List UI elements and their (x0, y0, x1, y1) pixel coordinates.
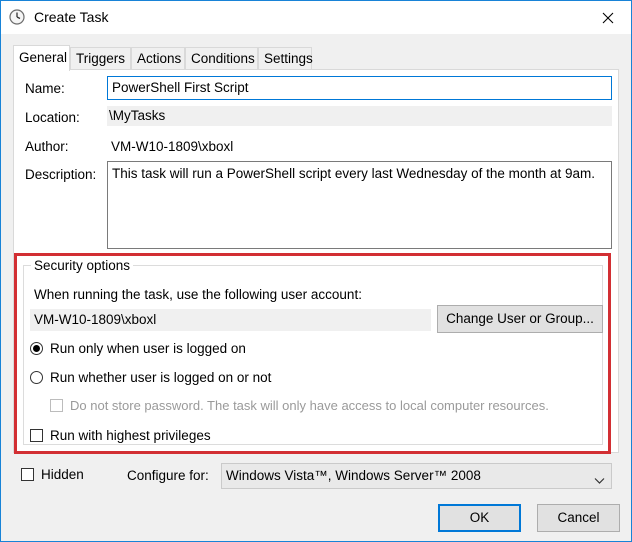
name-input[interactable]: PowerShell First Script (107, 76, 612, 100)
author-value: VM-W10-1809\xboxl (111, 139, 234, 154)
no-store-password-checkbox[interactable] (50, 399, 63, 412)
configure-for-select[interactable]: Windows Vista™, Windows Server™ 2008 (221, 463, 612, 489)
configure-for-value: Windows Vista™, Windows Server™ 2008 (226, 468, 481, 483)
window-title: Create Task (34, 9, 109, 25)
clock-icon (9, 9, 25, 25)
radio-whether-logged-on-label[interactable]: Run whether user is logged on or not (50, 370, 271, 385)
create-task-dialog: Create Task General Triggers Actions Con… (0, 0, 632, 542)
tab-general[interactable]: General (13, 45, 70, 71)
tab-triggers[interactable]: Triggers (70, 47, 131, 69)
change-user-button[interactable]: Change User or Group... (437, 305, 603, 333)
tab-settings[interactable]: Settings (258, 47, 313, 69)
name-label: Name: (25, 81, 65, 96)
tab-actions[interactable]: Actions (131, 47, 185, 69)
hidden-label[interactable]: Hidden (41, 467, 84, 482)
location-value: \MyTasks (107, 106, 612, 126)
account-prompt: When running the task, use the following… (34, 287, 362, 302)
no-store-password-label: Do not store password. The task will onl… (70, 398, 549, 413)
description-label: Description: (25, 167, 97, 182)
title-bar[interactable]: Create Task (1, 1, 631, 34)
close-icon (602, 12, 614, 23)
chevron-down-icon (594, 470, 605, 494)
author-label: Author: (25, 139, 69, 154)
highest-privileges-label[interactable]: Run with highest privileges (50, 428, 211, 443)
location-label: Location: (25, 110, 80, 125)
tab-conditions[interactable]: Conditions (185, 47, 258, 69)
radio-logged-on-label[interactable]: Run only when user is logged on (50, 341, 246, 356)
configure-for-label: Configure for: (127, 468, 209, 483)
highest-privileges-checkbox[interactable] (30, 429, 43, 442)
user-account-value: VM-W10-1809\xboxl (30, 309, 431, 331)
description-textarea[interactable]: This task will run a PowerShell script e… (107, 161, 612, 249)
radio-whether-logged-on[interactable] (30, 371, 43, 384)
ok-button[interactable]: OK (438, 504, 521, 532)
cancel-button[interactable]: Cancel (537, 504, 620, 532)
close-button[interactable] (585, 1, 631, 34)
hidden-checkbox[interactable] (21, 468, 34, 481)
radio-logged-on[interactable] (30, 342, 43, 355)
